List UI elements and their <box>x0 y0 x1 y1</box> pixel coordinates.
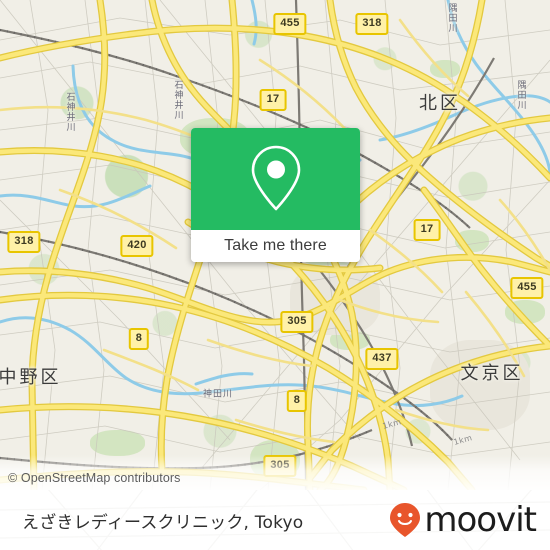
moovit-wordmark: moovit <box>424 500 537 540</box>
route-shield[interactable]: 17 <box>259 89 287 111</box>
moovit-brand[interactable]: moovit <box>388 500 537 540</box>
route-shield[interactable]: 8 <box>128 328 150 350</box>
river-label: 隅田川 <box>446 3 457 33</box>
river-label: 隅田川 <box>515 80 526 110</box>
river-label: 神田川 <box>202 389 234 400</box>
district-label: 北区 <box>419 93 461 114</box>
route-shield[interactable]: 305 <box>263 455 297 477</box>
page-title: えざきレディースクリニック, Tokyo <box>22 512 304 533</box>
callout-green-panel <box>191 128 360 230</box>
moovit-smiley-pin-icon <box>390 503 421 537</box>
map-pin-icon <box>251 145 300 211</box>
route-shield[interactable]: 455 <box>273 13 307 35</box>
take-me-there-callout[interactable]: Take me there <box>191 128 360 262</box>
map-screenshot: 455 318 17 318 420 17 455 305 437 8 8 30… <box>0 0 550 550</box>
route-shield[interactable]: 318 <box>7 231 41 253</box>
footer-bar: えざきレディースクリニック, Tokyo moovit <box>0 490 550 550</box>
district-label: 中野区 <box>0 367 62 388</box>
route-shield[interactable]: 318 <box>355 13 389 35</box>
map-canvas[interactable]: 455 318 17 318 420 17 455 305 437 8 8 30… <box>0 0 550 490</box>
map-attribution[interactable]: © OpenStreetMap contributors <box>8 471 181 485</box>
river-label: 石神井川 <box>64 92 75 132</box>
route-shield[interactable]: 455 <box>510 277 544 299</box>
take-me-there-label[interactable]: Take me there <box>191 230 360 262</box>
route-shield[interactable]: 437 <box>365 348 399 370</box>
route-shield[interactable]: 8 <box>286 390 308 412</box>
route-shield[interactable]: 305 <box>280 311 314 333</box>
district-label: 文京区 <box>460 363 524 384</box>
route-shield[interactable]: 420 <box>120 235 154 257</box>
route-shield[interactable]: 17 <box>413 219 441 241</box>
river-label: 石神井川 <box>172 80 183 120</box>
